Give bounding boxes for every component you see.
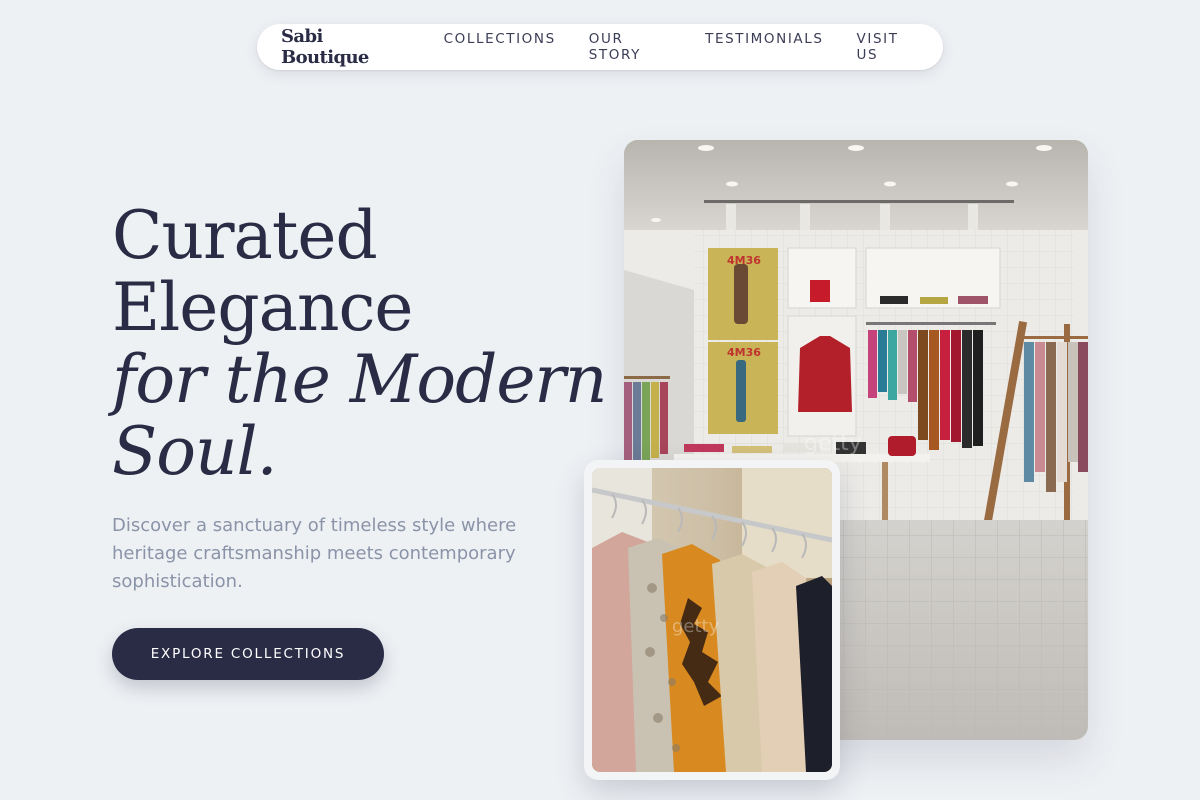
hero-title-line-4: Soul.: [112, 413, 278, 490]
explore-collections-button[interactable]: EXPLORE COLLECTIONS: [112, 628, 384, 680]
svg-text:4M36: 4M36: [727, 346, 761, 359]
nav-link-visit-us[interactable]: VISIT US: [857, 31, 919, 63]
brand-logo[interactable]: Sabi Boutique: [281, 26, 412, 68]
clothing-rack-image-frame: getty: [584, 460, 840, 780]
clothing-rack-image: getty: [592, 468, 832, 772]
nav-link-testimonials[interactable]: TESTIMONIALS: [705, 31, 823, 63]
hero-subtitle: Discover a sanctuary of timeless style w…: [112, 515, 517, 592]
nav-link-collections[interactable]: COLLECTIONS: [444, 31, 556, 63]
hero-title-line-2: Elegance: [112, 269, 413, 346]
nav-links: COLLECTIONS OUR STORY TESTIMONIALS VISIT…: [444, 31, 919, 63]
svg-text:4M36: 4M36: [727, 254, 761, 267]
svg-text:getty: getty: [804, 431, 862, 456]
top-nav: Sabi Boutique COLLECTIONS OUR STORY TEST…: [257, 24, 943, 70]
nav-link-our-story[interactable]: OUR STORY: [589, 31, 672, 63]
hero-title-line-1: Curated: [112, 197, 378, 274]
hero-title-line-3: for the Modern: [112, 341, 607, 418]
hero-title: Curated Elegance for the Modern Soul.: [112, 197, 607, 490]
svg-text:getty: getty: [672, 616, 720, 637]
